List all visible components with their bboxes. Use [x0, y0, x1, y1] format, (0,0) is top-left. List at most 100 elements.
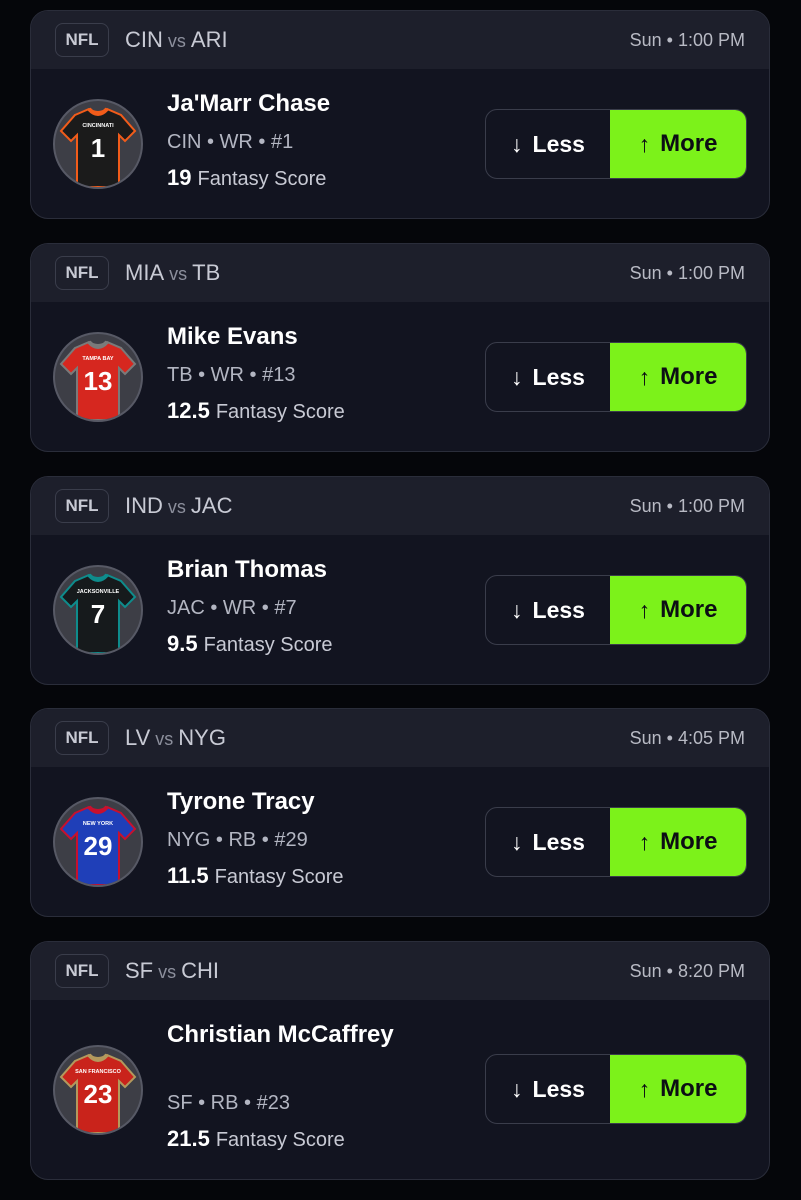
- player-avatar: SAN FRANCISCO 23: [53, 1045, 143, 1135]
- home-team: LV: [125, 725, 151, 750]
- jersey-number: 7: [91, 599, 105, 629]
- card-header: NFL LV vs NYG Sun • 4:05 PM: [31, 709, 769, 767]
- away-team: TB: [192, 260, 221, 285]
- card-header: NFL MIA vs TB Sun • 1:00 PM: [31, 244, 769, 302]
- pick-toggle: ↓ Less ↑ More: [485, 342, 747, 412]
- game-time: Sun • 1:00 PM: [629, 29, 745, 50]
- more-label: More: [660, 828, 718, 855]
- projection-line: 12.5 Fantasy Score: [167, 398, 345, 424]
- arrow-up-icon: ↑: [638, 363, 651, 390]
- jersey-team-text: NEW YORK: [83, 821, 113, 827]
- arrow-up-icon: ↑: [638, 130, 651, 157]
- player-name[interactable]: Mike Evans: [167, 322, 427, 352]
- pick-toggle: ↓ Less ↑ More: [485, 807, 747, 877]
- projection-card: NFL SF vs CHI Sun • 8:20 PM SAN FRANCISCO 2…: [30, 941, 770, 1180]
- projection-card: NFL CIN vs ARI Sun • 1:00 PM CINCINNATI 1 J…: [30, 10, 770, 219]
- player-meta: NYG • RB • #29: [167, 829, 308, 851]
- card-body: CINCINNATI 1 Ja'Marr Chase CIN • WR • #1 …: [31, 69, 769, 218]
- pick-toggle: ↓ Less ↑ More: [485, 1054, 747, 1124]
- arrow-down-icon: ↓: [511, 130, 523, 157]
- more-label: More: [660, 363, 718, 390]
- jersey-team-text: CINCINNATI: [82, 123, 114, 129]
- arrow-up-icon: ↑: [638, 1075, 651, 1102]
- away-team: JAC: [190, 493, 233, 518]
- projection-line: 19 Fantasy Score: [167, 165, 326, 191]
- vs-label: vs: [167, 497, 186, 517]
- jersey-number: 29: [84, 831, 113, 861]
- card-body: TAMPA BAY 13 Mike Evans TB • WR • #13 12.…: [31, 302, 769, 451]
- jersey-image: SAN FRANCISCO 23: [59, 1053, 137, 1133]
- more-label: More: [660, 596, 718, 623]
- arrow-down-icon: ↓: [511, 828, 523, 855]
- home-team: MIA: [125, 260, 165, 285]
- player-name[interactable]: Ja'Marr Chase: [167, 89, 427, 119]
- matchup: MIA vs TB: [125, 260, 220, 286]
- stat-type-label: Fantasy Score: [197, 168, 327, 190]
- away-team: NYG: [178, 725, 226, 750]
- projection-card: NFL IND vs JAC Sun • 1:00 PM JACKSONVILLE 7…: [30, 476, 770, 685]
- less-button[interactable]: ↓ Less: [486, 343, 610, 411]
- player-avatar: CINCINNATI 1: [53, 99, 143, 189]
- away-team: CHI: [181, 958, 220, 983]
- arrow-up-icon: ↑: [638, 828, 651, 855]
- player-meta: CIN • WR • #1: [167, 131, 294, 153]
- more-label: More: [660, 130, 718, 157]
- projection-value: 11.5: [167, 863, 209, 888]
- jersey-image: TAMPA BAY 13: [59, 340, 137, 420]
- less-button[interactable]: ↓ Less: [486, 1055, 610, 1123]
- less-button[interactable]: ↓ Less: [486, 808, 610, 876]
- game-time: Sun • 1:00 PM: [629, 495, 745, 516]
- home-team: SF: [125, 958, 154, 983]
- player-name[interactable]: Tyrone Tracy: [167, 787, 427, 817]
- arrow-up-icon: ↑: [638, 596, 651, 623]
- pick-toggle: ↓ Less ↑ More: [485, 575, 747, 645]
- away-team: ARI: [190, 27, 228, 52]
- less-button[interactable]: ↓ Less: [486, 576, 610, 644]
- player-avatar: JACKSONVILLE 7: [53, 565, 143, 655]
- jersey-image: JACKSONVILLE 7: [59, 573, 137, 653]
- more-button[interactable]: ↑ More: [610, 1055, 746, 1123]
- stat-type-label: Fantasy Score: [215, 1129, 345, 1151]
- more-button[interactable]: ↑ More: [610, 110, 746, 178]
- card-header: NFL CIN vs ARI Sun • 1:00 PM: [31, 11, 769, 69]
- jersey-team-text: SAN FRANCISCO: [75, 1069, 122, 1075]
- matchup: LV vs NYG: [125, 725, 226, 751]
- more-button[interactable]: ↑ More: [610, 576, 746, 644]
- matchup: CIN vs ARI: [125, 27, 228, 53]
- more-label: More: [660, 1075, 718, 1102]
- card-body: NEW YORK 29 Tyrone Tracy NYG • RB • #29 1…: [31, 767, 769, 916]
- game-time: Sun • 4:05 PM: [629, 727, 745, 748]
- projection-line: 11.5 Fantasy Score: [167, 863, 344, 889]
- home-team: CIN: [125, 27, 163, 52]
- projection-value: 21.5: [167, 1126, 210, 1151]
- stat-type-label: Fantasy Score: [215, 401, 345, 423]
- player-avatar: NEW YORK 29: [53, 797, 143, 887]
- less-label: Less: [532, 1075, 585, 1102]
- jersey-number: 1: [91, 133, 105, 163]
- card-body: SAN FRANCISCO 23 Christian McCaffrey SF •…: [31, 1000, 769, 1179]
- matchup: SF vs CHI: [125, 958, 219, 984]
- stat-type-label: Fantasy Score: [214, 866, 344, 888]
- jersey-image: CINCINNATI 1: [59, 107, 137, 187]
- less-button[interactable]: ↓ Less: [486, 110, 610, 178]
- projection-card: NFL LV vs NYG Sun • 4:05 PM NEW YORK 29 Tyr…: [30, 708, 770, 917]
- less-label: Less: [532, 363, 585, 390]
- player-name[interactable]: Christian McCaffrey: [167, 1020, 427, 1050]
- player-name[interactable]: Brian Thomas: [167, 555, 427, 585]
- less-label: Less: [532, 828, 585, 855]
- jersey-image: NEW YORK 29: [59, 805, 137, 885]
- game-time: Sun • 1:00 PM: [629, 262, 745, 283]
- projection-value: 9.5: [167, 631, 198, 656]
- jersey-number: 13: [84, 366, 113, 396]
- more-button[interactable]: ↑ More: [610, 808, 746, 876]
- player-avatar: TAMPA BAY 13: [53, 332, 143, 422]
- arrow-down-icon: ↓: [511, 363, 523, 390]
- pick-toggle: ↓ Less ↑ More: [485, 109, 747, 179]
- league-badge: NFL: [55, 489, 109, 523]
- league-badge: NFL: [55, 721, 109, 755]
- player-meta: SF • RB • #23: [167, 1092, 290, 1114]
- jersey-number: 23: [84, 1079, 113, 1109]
- player-meta: TB • WR • #13: [167, 364, 296, 386]
- league-badge: NFL: [55, 23, 109, 57]
- more-button[interactable]: ↑ More: [610, 343, 746, 411]
